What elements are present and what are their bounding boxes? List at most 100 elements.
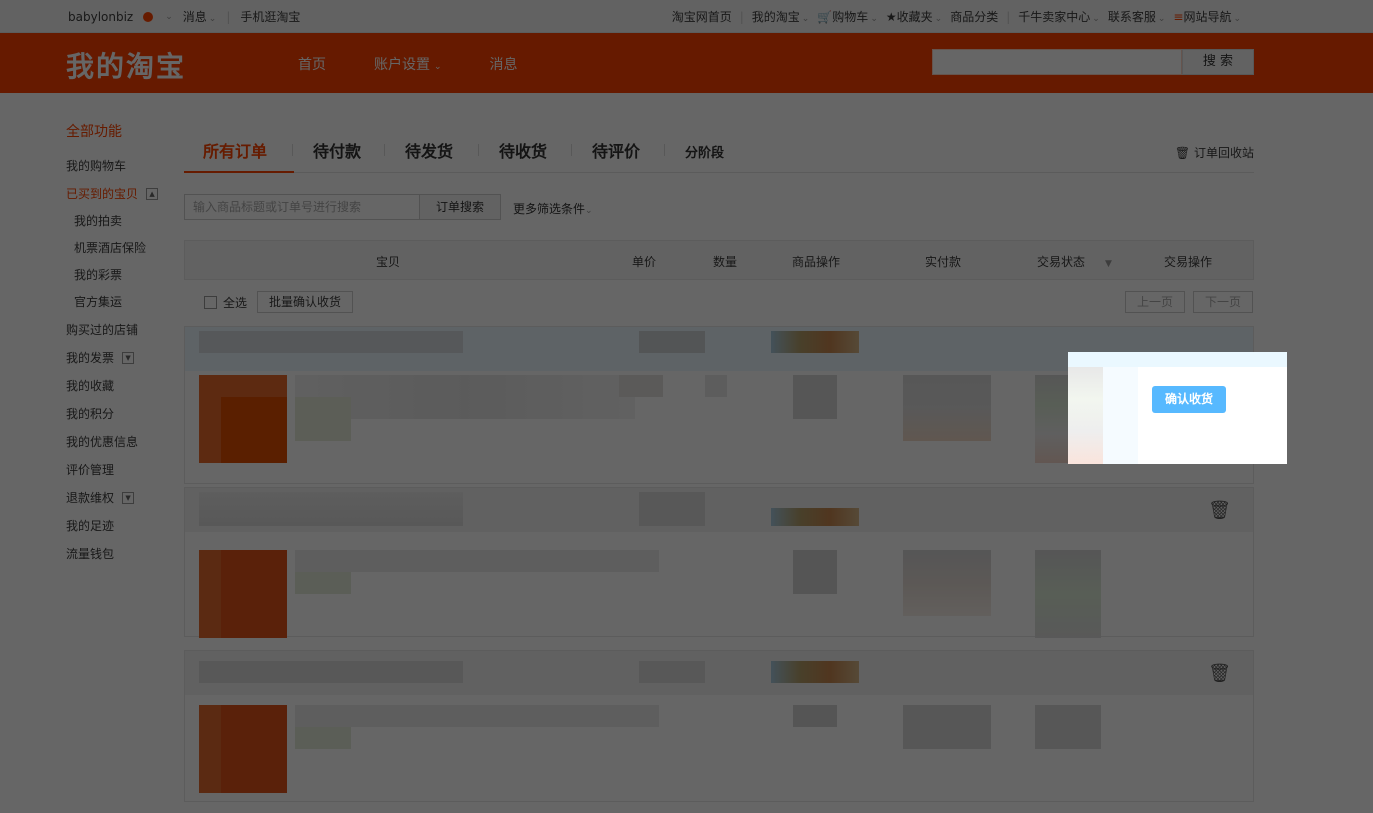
mobile-link[interactable]: 手机逛淘宝 — [240, 8, 300, 25]
col-item-actions: 商品操作 — [792, 255, 841, 269]
cart-icon: 🛒 — [817, 10, 833, 24]
col-status-label: 交易状态 — [1037, 255, 1086, 269]
topbar-link-service[interactable]: 联系客服 ⌄ — [1108, 8, 1166, 25]
more-filters-label: 更多筛选条件 — [513, 202, 586, 216]
sidebar-item-invoice[interactable]: 我的发票 ▼ — [66, 344, 176, 372]
message-label: 消息 — [182, 10, 207, 24]
sidebar-item-coupons[interactable]: 我的优惠信息 — [66, 428, 176, 456]
blurred-product-spec — [295, 397, 351, 441]
topbar-link-sitenav[interactable]: ≡网站导航 ⌄ — [1173, 8, 1241, 25]
order-card: 🗑 — [184, 487, 1254, 638]
blurred-item-actions — [793, 705, 837, 727]
username-link[interactable]: babylonbiz — [68, 10, 133, 24]
nav-account-settings[interactable]: 账户设置 ⌄ — [374, 54, 442, 74]
expand-icon[interactable]: ▼ — [122, 352, 135, 364]
sidebar-item-label: 退款维权 — [66, 491, 115, 505]
divider — [292, 144, 293, 156]
sidebar-item-bought[interactable]: 已买到的宝贝 ▲ — [66, 180, 176, 208]
topbar-link-seller-center[interactable]: 千牛卖家中心 ⌄ — [1018, 8, 1100, 25]
sidebar: 全部功能 我的购物车 已买到的宝贝 ▲ 我的拍卖 机票酒店保险 我的彩票 官方集运… — [66, 124, 176, 568]
topbar-link-favorites[interactable]: ★收藏夹 ⌄ — [886, 8, 942, 25]
chevron-down-icon: ⌄ — [1233, 14, 1241, 24]
search-input[interactable] — [932, 49, 1182, 75]
sidebar-item-shops[interactable]: 购买过的店铺 — [66, 316, 176, 344]
product-thumbnail[interactable] — [199, 705, 287, 793]
tab-pending-payment[interactable]: 待付款 — [313, 138, 361, 162]
sidebar-item-points[interactable]: 我的积分 — [66, 400, 176, 428]
blurred-product-title — [295, 550, 659, 572]
sidebar-item-auction[interactable]: 我的拍卖 — [66, 208, 176, 235]
user-status-icon — [143, 11, 154, 22]
divider: | — [1006, 9, 1011, 24]
sidebar-item-favorites[interactable]: 我的收藏 — [66, 372, 176, 400]
blurred-product-title — [295, 705, 659, 727]
search-button[interactable]: 搜 索 — [1182, 49, 1254, 75]
service-label: 联系客服 — [1107, 10, 1156, 24]
trash-icon: 🗑 — [1174, 146, 1191, 160]
topbar-link-cart[interactable]: 🛒购物车 ⌄ — [817, 8, 878, 25]
topbar-link-categories[interactable]: 商品分类 — [950, 8, 998, 25]
tab-installments[interactable]: 分阶段 — [685, 142, 724, 161]
site-topbar: babylonbiz ⌄ 消息 ⌄ | 手机逛淘宝 淘宝网首页 | 我的淘宝 ⌄ 🛒… — [0, 0, 1373, 33]
col-status-filter[interactable]: 交易状态 ▼ — [1037, 253, 1112, 270]
sidebar-item-label: 我的发票 — [66, 351, 115, 365]
highlight-header-strip — [1068, 352, 1287, 367]
delete-order-trash-icon[interactable]: 🗑 — [1208, 500, 1231, 521]
order-tabs: 所有订单 待付款 待发货 待收货 待评价 分阶段 🗑 订单回收站 — [184, 130, 1254, 173]
blurred-paid-amount — [903, 550, 991, 616]
topbar-left: babylonbiz ⌄ 消息 ⌄ | 手机逛淘宝 — [68, 8, 300, 25]
sidebar-item-travel[interactable]: 机票酒店保险 — [66, 235, 176, 262]
delete-order-trash-icon[interactable]: 🗑 — [1208, 663, 1231, 684]
logo[interactable]: 我的淘宝 — [66, 45, 186, 85]
tab-pending-review[interactable]: 待评价 — [592, 138, 640, 162]
tab-pending-shipment[interactable]: 待发货 — [405, 138, 453, 162]
sidebar-item-reviews[interactable]: 评价管理 — [66, 456, 176, 484]
divider — [664, 144, 665, 156]
order-recycle-link[interactable]: 🗑 订单回收站 — [1175, 144, 1254, 161]
tab-pending-receipt[interactable]: 待收货 — [499, 138, 547, 162]
product-thumbnail[interactable] — [199, 375, 287, 463]
spotlight-highlight: 确认收货 — [1068, 352, 1287, 464]
nav-account-label: 账户设置 — [374, 57, 430, 73]
sidebar-item-data-wallet[interactable]: 流量钱包 — [66, 540, 176, 568]
star-icon: ★ — [885, 10, 897, 24]
sidebar-item-footprint[interactable]: 我的足迹 — [66, 512, 176, 540]
sidebar-item-shipping[interactable]: 官方集运 — [66, 289, 176, 316]
sidebar-item-cart[interactable]: 我的购物车 — [66, 152, 176, 180]
nav-messages[interactable]: 消息 — [490, 54, 518, 74]
sidebar-item-lottery[interactable]: 我的彩票 — [66, 262, 176, 289]
page-header: 我的淘宝 首页 账户设置 ⌄ 消息 搜 索 — [0, 33, 1373, 93]
collapse-icon[interactable]: ▲ — [146, 188, 159, 200]
topbar-right: 淘宝网首页 | 我的淘宝 ⌄ 🛒购物车 ⌄ ★收藏夹 ⌄ 商品分类 | 千牛卖家中心 ⌄… — [672, 8, 1241, 25]
blurred-order-info — [639, 661, 705, 683]
batch-confirm-button[interactable]: 批量确认收货 — [257, 291, 353, 313]
product-thumbnail[interactable] — [199, 550, 287, 638]
chevron-down-icon: ⌄ — [870, 14, 878, 24]
chevron-down-icon[interactable]: ⌄ — [165, 12, 173, 22]
message-link[interactable]: 消息 ⌄ — [183, 8, 217, 25]
cart-label: 购物车 — [832, 10, 869, 24]
nav-home[interactable]: 首页 — [298, 54, 326, 74]
blurred-item-actions — [793, 375, 837, 419]
prev-page-button[interactable]: 上一页 — [1125, 291, 1185, 313]
expand-icon[interactable]: ▼ — [122, 492, 135, 504]
topbar-link-home[interactable]: 淘宝网首页 — [672, 8, 732, 25]
select-all-checkbox[interactable] — [204, 296, 217, 309]
order-search-button[interactable]: 订单搜索 — [419, 194, 501, 220]
chevron-down-icon: ⌄ — [1157, 14, 1166, 24]
caret-down-icon: ▼ — [1105, 259, 1112, 269]
sidebar-item-refunds[interactable]: 退款维权 ▼ — [66, 484, 176, 512]
order-table-header: 宝贝 单价 数量 商品操作 实付款 交易状态 ▼ 交易操作 — [184, 240, 1254, 280]
blurred-shop-info — [771, 508, 859, 526]
order-search-input[interactable]: 输入商品标题或订单号进行搜索 — [184, 194, 420, 220]
next-page-button[interactable]: 下一页 — [1193, 291, 1253, 313]
select-all[interactable]: 全选 — [204, 294, 247, 311]
more-filters-link[interactable]: 更多筛选条件⌄ — [513, 200, 593, 217]
col-paid: 实付款 — [925, 255, 962, 269]
chevron-down-icon: ⌄ — [208, 14, 217, 24]
tab-all-orders[interactable]: 所有订单 — [203, 138, 267, 162]
seller-center-label: 千牛卖家中心 — [1018, 10, 1091, 24]
confirm-receipt-button[interactable]: 确认收货 — [1152, 386, 1226, 413]
topbar-link-mytaobao[interactable]: 我的淘宝 ⌄ — [752, 8, 810, 25]
order-header: 🗑 — [185, 651, 1253, 695]
